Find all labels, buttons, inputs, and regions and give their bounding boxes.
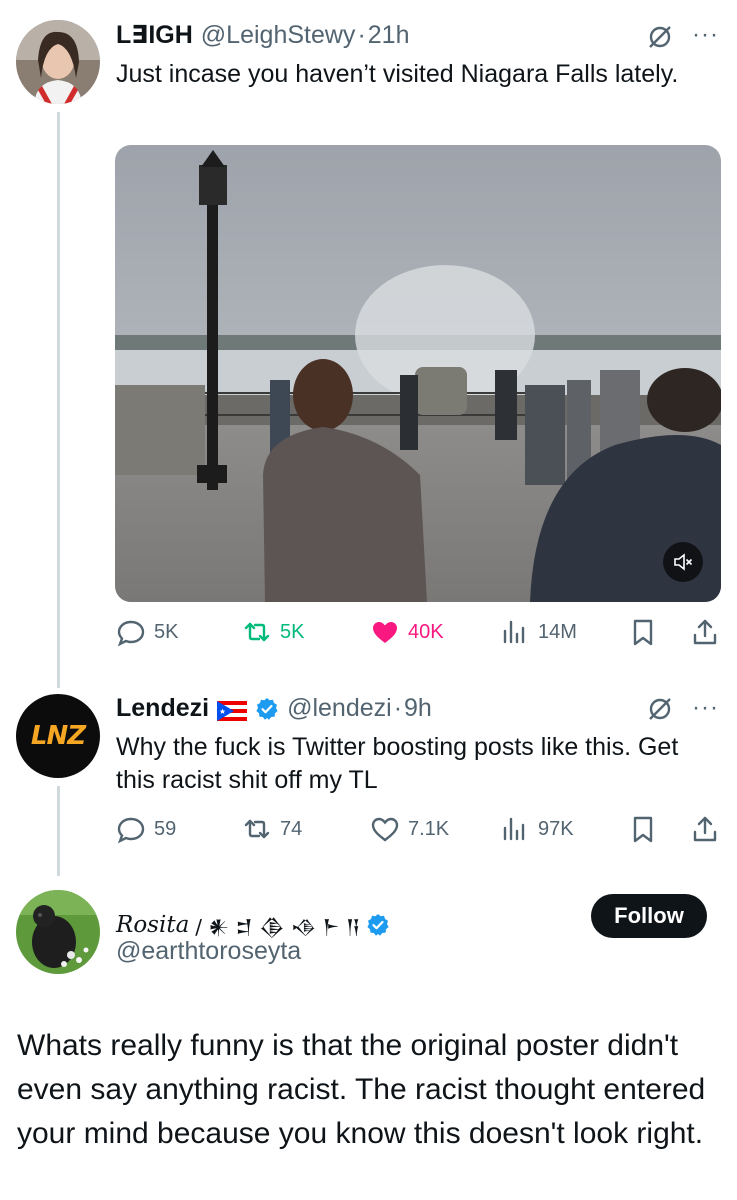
display-name[interactable]: Lendezi [116, 694, 209, 723]
like-button[interactable]: 7.1K [370, 814, 449, 844]
grok-icon[interactable] [647, 24, 673, 50]
handle[interactable]: @LeighStewy [201, 21, 356, 50]
display-name[interactable]: L∃IGH [116, 20, 193, 50]
handle[interactable]: @earthtoroseyta [116, 937, 301, 966]
tweet2-actions: 59 74 7.1K 97K [116, 814, 720, 848]
heart-filled-icon [373, 622, 397, 643]
verified-badge-icon [367, 914, 390, 936]
repost-icon [244, 622, 270, 642]
tweet-text: Why the fuck is Twitter boosting posts l… [116, 733, 679, 794]
share-button[interactable] [690, 617, 720, 647]
bookmark-button[interactable] [628, 814, 658, 844]
repost-icon [244, 819, 270, 839]
reply-button[interactable]: 5K [116, 617, 178, 647]
tweet-text: Just incase you haven’t visited Niagara … [116, 60, 679, 88]
bookmark-button[interactable] [628, 617, 658, 647]
views-icon [503, 817, 525, 841]
share-icon [693, 619, 717, 645]
grok-icon[interactable] [647, 696, 673, 722]
reply-text: Whats really funny is that the original … [17, 1029, 706, 1150]
reply-icon [117, 817, 145, 844]
more-options-icon[interactable]: ··· [692, 696, 719, 720]
views-button[interactable]: 97K [500, 814, 574, 844]
tweet1-header: L∃IGH @LeighStewy · 21h [116, 20, 409, 50]
display-name[interactable]: Rosita [116, 912, 189, 938]
timestamp[interactable]: 21h [368, 21, 410, 50]
mute-icon[interactable] [663, 542, 703, 582]
thread-line-1 [57, 112, 60, 688]
like-button[interactable]: 40K [370, 617, 444, 647]
separator: · [357, 21, 366, 49]
reply-icon [117, 620, 145, 647]
avatar-leigh[interactable] [16, 20, 100, 104]
like-count: 40K [408, 620, 444, 643]
avatar-lendezi[interactable]: LNZ [16, 694, 100, 778]
repost-count: 5K [280, 620, 305, 643]
reply-count: 5K [154, 620, 179, 643]
tweet1-actions: 5K 5K 40K 14M [116, 617, 720, 651]
avatar-logo-text: LNZ [30, 721, 86, 751]
thread-line-2 [57, 786, 60, 876]
views-button[interactable]: 14M [500, 617, 577, 647]
reply-count: 59 [154, 817, 177, 840]
avatar-rosita[interactable] [16, 890, 100, 974]
repost-button[interactable]: 5K [242, 617, 304, 647]
separator: · [393, 694, 403, 722]
bookmark-icon [633, 619, 653, 646]
share-icon [693, 816, 717, 842]
timestamp[interactable]: 9h [404, 694, 432, 723]
bookmark-icon [633, 816, 653, 843]
handle[interactable]: @lendezi [287, 694, 392, 723]
tweet-video[interactable] [115, 145, 721, 602]
follow-button[interactable]: Follow [591, 894, 707, 938]
like-count: 7.1K [408, 817, 450, 840]
views-count: 97K [538, 817, 574, 840]
heart-icon [371, 817, 399, 842]
views-count: 14M [538, 620, 577, 643]
share-button[interactable] [690, 814, 720, 844]
reply-button[interactable]: 59 [116, 814, 176, 844]
more-options-icon[interactable]: ··· [692, 23, 719, 47]
repost-button[interactable]: 74 [242, 814, 302, 844]
verified-badge-icon [256, 697, 278, 720]
repost-count: 74 [280, 817, 303, 840]
views-icon [503, 620, 525, 644]
flag-emoji [217, 699, 248, 721]
tweet2-header: Lendezi @lendezi · 9h [116, 694, 432, 723]
